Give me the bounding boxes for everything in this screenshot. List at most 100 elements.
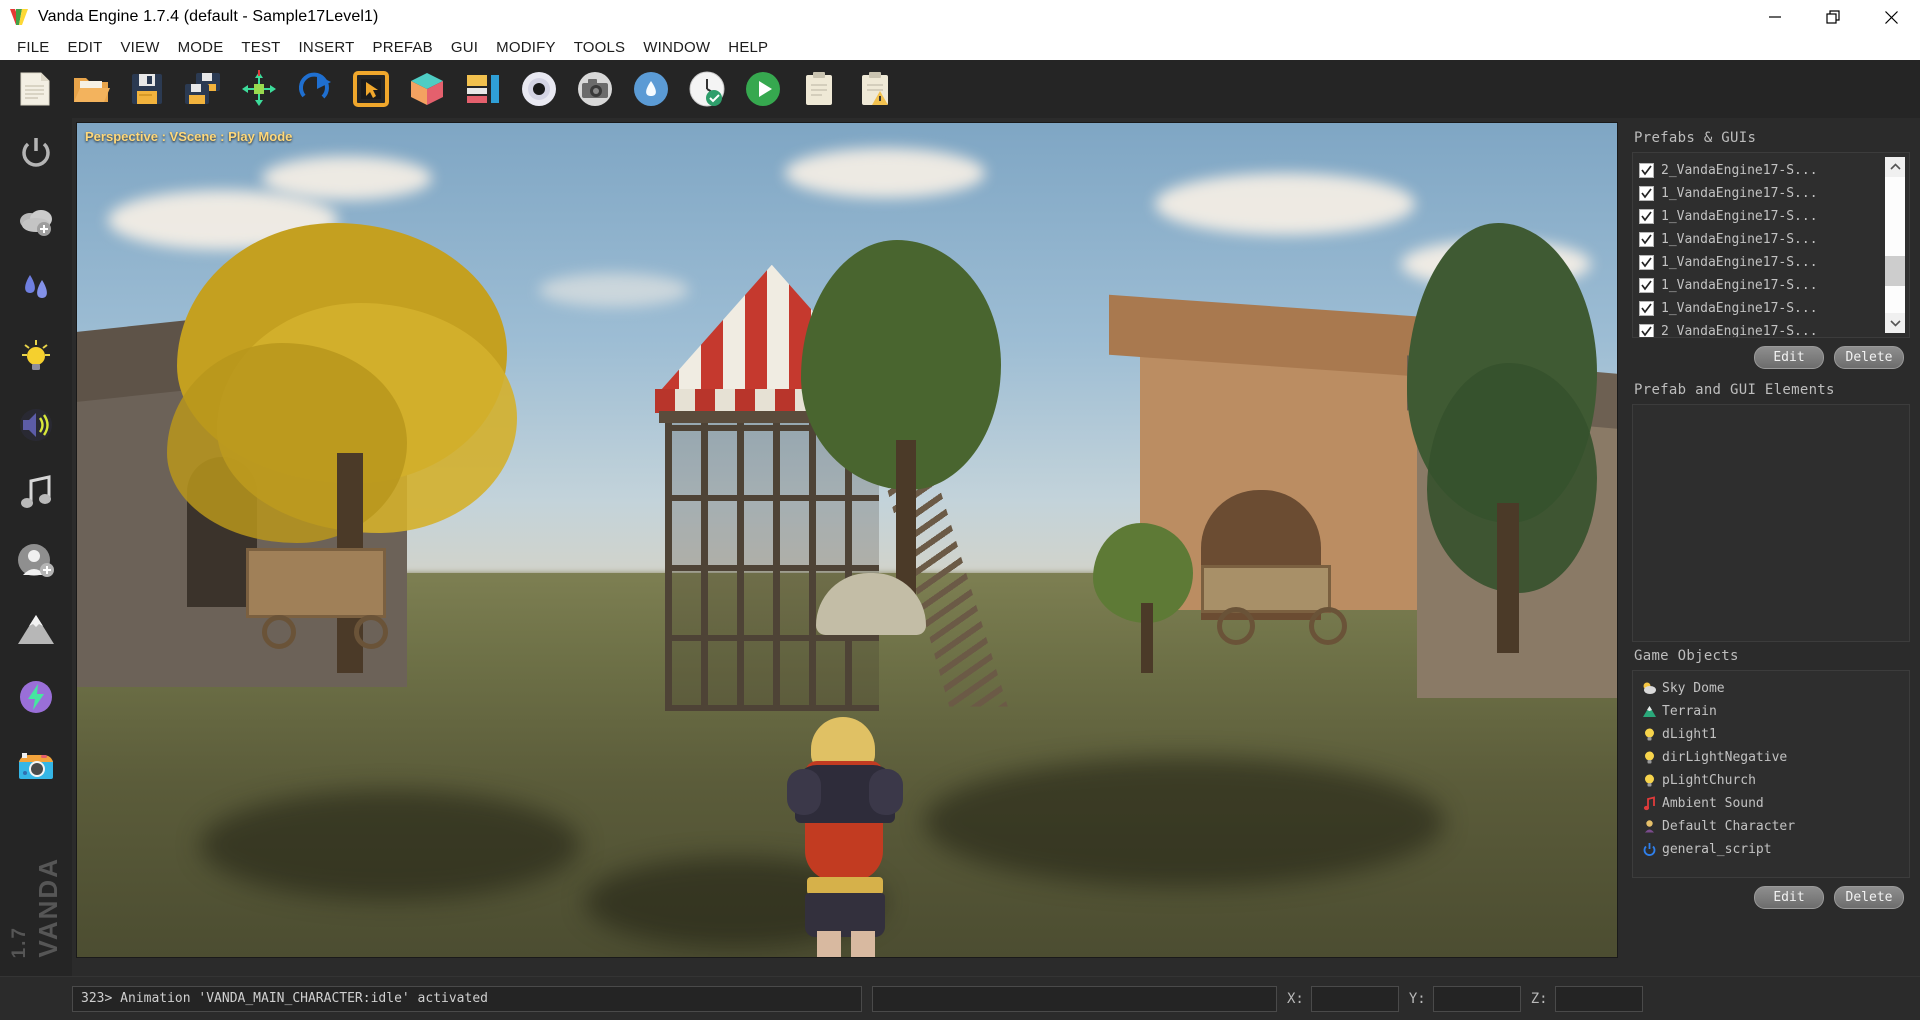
music-note-icon <box>19 475 53 511</box>
player-character[interactable] <box>777 717 917 957</box>
water-drops-icon <box>18 272 54 306</box>
prefabs-scrollbar[interactable] <box>1885 157 1905 333</box>
clipboard-warning-button[interactable] <box>854 68 896 110</box>
scroll-down-icon[interactable] <box>1885 313 1905 333</box>
prefab-label: 1_VandaEngine17-S... <box>1661 209 1818 224</box>
save-as-button[interactable] <box>182 68 224 110</box>
menu-item-window[interactable]: WINDOW <box>634 37 719 58</box>
game-object-item[interactable]: pLightChurch <box>1641 769 1903 792</box>
menu-item-gui[interactable]: GUI <box>442 37 487 58</box>
menu-item-view[interactable]: VIEW <box>111 37 168 58</box>
rail-sound-button[interactable] <box>13 402 59 448</box>
rail-music-button[interactable] <box>13 470 59 516</box>
prefab-list-item[interactable]: 1_VandaEngine17-S... <box>1639 205 1903 228</box>
minimize-button[interactable] <box>1746 0 1804 34</box>
physics-clock-button[interactable] <box>686 68 728 110</box>
record-button[interactable] <box>518 68 560 110</box>
prefab-gui-elements-list[interactable] <box>1632 404 1910 642</box>
prefabs-edit-button[interactable]: Edit <box>1754 346 1824 369</box>
coord-z-input[interactable] <box>1555 986 1643 1012</box>
prefab-label: 1_VandaEngine17-S... <box>1661 232 1818 247</box>
menu-item-mode[interactable]: MODE <box>169 37 233 58</box>
prefab-list-item[interactable]: 2_VandaEngine17-S... <box>1639 159 1903 182</box>
rail-power-button[interactable] <box>13 130 59 176</box>
vanda-logo-icon <box>8 6 30 28</box>
water-button[interactable] <box>630 68 672 110</box>
menu-item-edit[interactable]: EDIT <box>58 37 111 58</box>
game-object-item[interactable]: Default Character <box>1641 815 1903 838</box>
prefab-list-item[interactable]: 1_VandaEngine17-S... <box>1639 182 1903 205</box>
objects-panel-title: Game Objects <box>1634 648 1910 664</box>
prefab-list-item[interactable]: 1_VandaEngine17-S... <box>1639 251 1903 274</box>
rail-sky-button[interactable] <box>13 198 59 244</box>
prefabs-list[interactable]: 2_VandaEngine17-S... 1_VandaEngine17-S..… <box>1632 152 1910 338</box>
rail-light-button[interactable] <box>13 334 59 380</box>
rail-character-button[interactable] <box>13 538 59 584</box>
game-object-item[interactable]: Sky Dome <box>1641 677 1903 700</box>
game-object-item[interactable]: dLight1 <box>1641 723 1903 746</box>
prefab-list-item[interactable]: 1_VandaEngine17-S... <box>1639 228 1903 251</box>
menu-item-insert[interactable]: INSERT <box>290 37 364 58</box>
prefab-list-item[interactable]: 1_VandaEngine17-S... <box>1639 274 1903 297</box>
new-document-button[interactable] <box>14 68 56 110</box>
move-tool-button[interactable] <box>238 68 280 110</box>
rail-terrain-button[interactable] <box>13 606 59 652</box>
close-button[interactable] <box>1862 0 1920 34</box>
checkbox-checked-icon[interactable] <box>1639 324 1654 337</box>
objects-edit-button[interactable]: Edit <box>1754 886 1824 909</box>
insert-mesh-button[interactable] <box>406 68 448 110</box>
menu-item-modify[interactable]: MODIFY <box>487 37 565 58</box>
play-button[interactable] <box>742 68 784 110</box>
folder-open-icon <box>72 72 110 106</box>
rail-physics-button[interactable] <box>13 674 59 720</box>
brand-name: VANDA <box>33 857 64 958</box>
cart-wheel <box>262 615 296 649</box>
menu-item-tools[interactable]: TOOLS <box>565 37 635 58</box>
open-folder-button[interactable] <box>70 68 112 110</box>
scroll-up-icon[interactable] <box>1885 157 1905 177</box>
scrollbar-track[interactable] <box>1885 177 1905 313</box>
light-bulb-icon <box>1641 750 1657 766</box>
right-panel: Prefabs & GUIs 2_VandaEngine17-S... 1_Va… <box>1624 118 1920 976</box>
rotate-tool-button[interactable] <box>294 68 336 110</box>
clipboard-button[interactable] <box>798 68 840 110</box>
checkbox-checked-icon[interactable] <box>1639 163 1654 178</box>
coord-x-input[interactable] <box>1311 986 1399 1012</box>
game-object-item[interactable]: Ambient Sound <box>1641 792 1903 815</box>
objects-delete-button[interactable]: Delete <box>1834 886 1904 909</box>
menu-item-help[interactable]: HELP <box>719 37 777 58</box>
menu-item-prefab[interactable]: PREFAB <box>363 37 441 58</box>
prefabs-delete-button[interactable]: Delete <box>1834 346 1904 369</box>
wooden-cart-left <box>246 548 386 618</box>
menu-item-file[interactable]: FILE <box>8 37 58 58</box>
prefab-list-item[interactable]: 1_VandaEngine17-S... <box>1639 297 1903 320</box>
character-icon <box>1641 819 1657 835</box>
select-tool-button[interactable] <box>350 68 392 110</box>
game-object-item[interactable]: Terrain <box>1641 700 1903 723</box>
rail-camera-button[interactable] <box>13 742 59 788</box>
coord-y-input[interactable] <box>1433 986 1521 1012</box>
menu-item-test[interactable]: TEST <box>232 37 289 58</box>
checkbox-checked-icon[interactable] <box>1639 232 1654 247</box>
menu-bar: FILE EDIT VIEW MODE TEST INSERT PREFAB G… <box>0 34 1920 60</box>
camera-button[interactable] <box>574 68 616 110</box>
save-button[interactable] <box>126 68 168 110</box>
disc-icon <box>520 70 558 108</box>
maximize-button[interactable] <box>1804 0 1862 34</box>
brand-version: 1.7 <box>9 926 31 958</box>
photo-camera-icon <box>17 749 55 781</box>
game-object-item[interactable]: general_script <box>1641 838 1903 861</box>
game-object-item[interactable]: dirLightNegative <box>1641 746 1903 769</box>
prefab-list-item[interactable]: 2_VandaEngine17-S... <box>1639 320 1903 337</box>
checkbox-checked-icon[interactable] <box>1639 278 1654 293</box>
checkbox-checked-icon[interactable] <box>1639 301 1654 316</box>
scrollbar-thumb[interactable] <box>1885 256 1905 286</box>
gui-button[interactable] <box>462 68 504 110</box>
checkbox-checked-icon[interactable] <box>1639 186 1654 201</box>
cart-wheel <box>1217 607 1255 645</box>
rail-water-button[interactable] <box>13 266 59 312</box>
game-objects-list[interactable]: Sky Dome Terrain dLight1 dirLightNegativ… <box>1632 670 1910 878</box>
checkbox-checked-icon[interactable] <box>1639 209 1654 224</box>
checkbox-checked-icon[interactable] <box>1639 255 1654 270</box>
scene-viewport[interactable]: Perspective : VScene : Play Mode <box>76 122 1618 958</box>
